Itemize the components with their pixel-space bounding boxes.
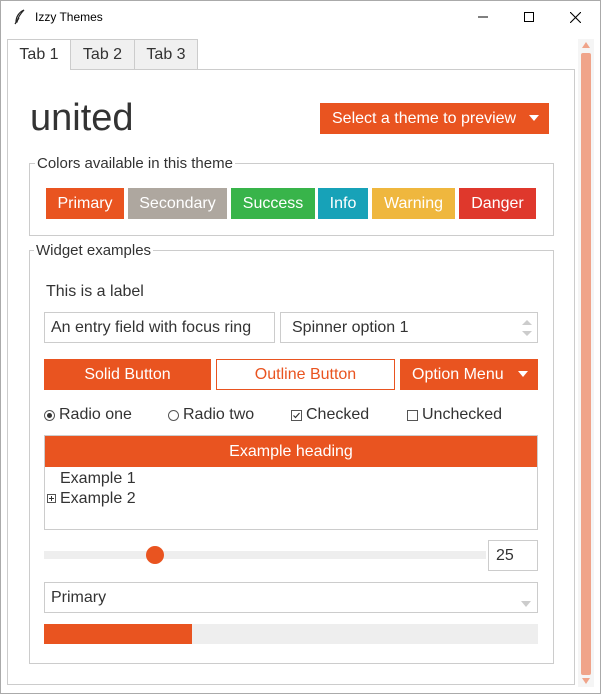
unchecked-label: Unchecked — [422, 406, 503, 423]
option-menu[interactable]: Option Menu — [400, 359, 538, 390]
checkbox-checked-icon — [291, 409, 302, 421]
expand-plus-icon[interactable] — [47, 494, 56, 503]
theme-select-label: Select a theme to preview — [332, 109, 517, 127]
secondary-button[interactable]: Secondary — [128, 188, 227, 219]
outline-button[interactable]: Outline Button — [216, 359, 395, 390]
caret-down-icon — [529, 115, 539, 121]
scroll-up-icon[interactable] — [582, 42, 590, 48]
spinner-value: Spinner option 1 — [292, 318, 409, 336]
app-window: Izzy Themes Tab 1 Tab 2 Tab 3 united Sel… — [0, 0, 601, 694]
vertical-scrollbar[interactable] — [578, 39, 594, 687]
widgets-frame-label: Widget examples — [34, 242, 154, 259]
treeview[interactable]: Example heading Example 1 Example 2 — [44, 435, 538, 530]
caret-down-icon — [518, 371, 528, 377]
close-icon — [569, 11, 581, 23]
window-title: Izzy Themes — [35, 10, 103, 24]
tab-2[interactable]: Tab 2 — [70, 39, 135, 69]
static-label: This is a label — [46, 283, 144, 300]
tree-item[interactable]: Example 2 — [60, 490, 136, 508]
scrollbar-thumb[interactable] — [581, 53, 591, 675]
radio-one-label: Radio one — [59, 406, 132, 423]
tree-heading[interactable]: Example heading — [45, 436, 537, 467]
minimize-icon — [478, 16, 488, 18]
radio-two-label: Radio two — [183, 406, 255, 423]
chevron-down-icon[interactable] — [521, 601, 531, 607]
danger-button[interactable]: Danger — [459, 188, 536, 219]
solid-button[interactable]: Solid Button — [44, 359, 211, 390]
maximize-button[interactable] — [506, 1, 552, 33]
checked-label: Checked — [306, 406, 370, 423]
primary-button[interactable]: Primary — [46, 188, 124, 219]
checkbox-checked[interactable]: Checked — [291, 406, 369, 424]
warning-button[interactable]: Warning — [372, 188, 455, 219]
tab-1[interactable]: Tab 1 — [7, 39, 71, 70]
scroll-down-icon[interactable] — [582, 678, 590, 684]
combobox[interactable]: Primary — [44, 582, 538, 613]
colors-frame-label: Colors available in this theme — [35, 155, 235, 172]
radio-two[interactable]: Radio two — [168, 406, 254, 424]
entry-field[interactable]: An entry field with focus ring — [44, 312, 275, 343]
slider-track[interactable] — [44, 551, 486, 559]
title-bar: Izzy Themes — [1, 1, 600, 33]
slider-handle[interactable] — [145, 546, 164, 564]
progress-bar — [44, 624, 538, 644]
tree-item[interactable]: Example 1 — [60, 470, 136, 488]
scale-value-field[interactable]: 25 — [488, 540, 538, 571]
close-button[interactable] — [552, 1, 598, 33]
feather-icon — [14, 9, 25, 25]
progress-fill — [44, 624, 193, 644]
success-button[interactable]: Success — [231, 188, 315, 219]
tab-3[interactable]: Tab 3 — [134, 39, 198, 69]
spinner-arrows-icon[interactable] — [522, 319, 532, 337]
checkbox-unchecked[interactable]: Unchecked — [407, 406, 502, 424]
spinner-field[interactable]: Spinner option 1 — [280, 312, 538, 343]
radio-unselected-icon — [168, 409, 179, 421]
minimize-button[interactable] — [460, 1, 506, 33]
radio-selected-icon — [44, 409, 55, 421]
option-menu-label: Option Menu — [412, 365, 504, 383]
combobox-value: Primary — [51, 588, 107, 606]
maximize-icon — [524, 12, 534, 22]
theme-title: united — [30, 97, 134, 139]
radio-one[interactable]: Radio one — [44, 406, 132, 424]
theme-select-menu[interactable]: Select a theme to preview — [320, 103, 549, 134]
checkbox-empty-icon — [407, 409, 418, 421]
info-button[interactable]: Info — [318, 188, 368, 219]
